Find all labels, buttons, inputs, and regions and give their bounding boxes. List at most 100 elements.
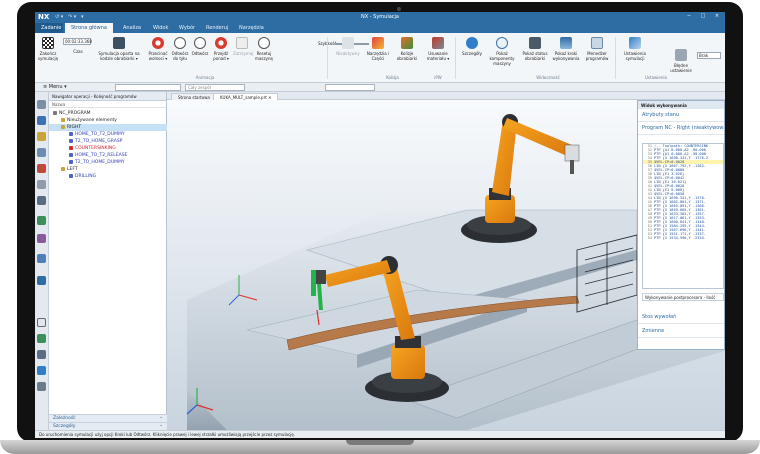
- machine-collisions-button[interactable]: Kolizje obrabiarki: [395, 37, 419, 73]
- redo-icon[interactable]: ↷ ▾: [68, 14, 76, 20]
- reuse-library-icon[interactable]: [37, 180, 46, 189]
- code-simulation-button[interactable]: Symulacja oparta na kodzie obrabiarki ▾: [93, 37, 145, 73]
- clock-icon[interactable]: [37, 318, 46, 327]
- simulation-settings-button[interactable]: Ustawienia symulacji: [621, 37, 649, 73]
- menu-button[interactable]: ≡ Menu ▾: [43, 84, 67, 90]
- roles-icon[interactable]: [37, 334, 46, 343]
- table-icon[interactable]: [37, 382, 46, 391]
- tree-node[interactable]: Nieużywane elementy: [49, 117, 167, 124]
- details-panel-label: Szczegóły: [53, 424, 76, 429]
- dependency-panel-header[interactable]: Zależność ⌄: [49, 414, 167, 422]
- tree-node[interactable]: T2_TO_HOME_GRASP: [49, 138, 167, 145]
- play-back-icon: [174, 37, 186, 49]
- operation-icon: [61, 117, 65, 122]
- stop-icon: [236, 37, 248, 49]
- hd3d-tools-icon[interactable]: [37, 196, 46, 205]
- navigator-tree: NC_PROGRAM Nieużywane elementy RIGHT HOME_T…: [49, 110, 167, 180]
- machine-tool-navigator-icon[interactable]: [37, 164, 46, 173]
- app-logo: NX: [38, 13, 50, 21]
- program-manager-icon: [591, 37, 603, 49]
- tab-tools[interactable]: Narzędzia: [233, 23, 270, 33]
- tab-file[interactable]: Zadanie: [35, 23, 63, 33]
- tree-node[interactable]: LEFT: [49, 166, 167, 173]
- tree-node[interactable]: DRILLING: [49, 173, 167, 180]
- tab-analysis[interactable]: Analiza: [117, 23, 147, 33]
- maximize-button[interactable]: □: [697, 13, 709, 21]
- line-number: 54: [647, 236, 652, 240]
- call-stack-section[interactable]: Stos wywołań: [638, 311, 724, 324]
- play-button[interactable]: Odtwórz: [191, 37, 209, 73]
- step-over-button[interactable]: Przejdź ponad ▾: [211, 37, 231, 73]
- variables-section[interactable]: Zmienne: [638, 325, 724, 338]
- selection-toolbar: ≡ Menu ▾ Cały zespół: [35, 83, 725, 92]
- show-machine-status-button[interactable]: Pokaż status obrabiarki: [521, 37, 549, 73]
- components-icon: [496, 37, 508, 49]
- operation-navigator-icon[interactable]: [37, 148, 46, 157]
- web-browser-icon[interactable]: [37, 216, 46, 225]
- play-label: Odtwórz: [191, 51, 209, 56]
- details-button[interactable]: Szczegóły: [461, 37, 483, 73]
- tab-start-page[interactable]: Strona startowa: [171, 93, 217, 100]
- time-button[interactable]: Czas: [71, 49, 85, 85]
- process-studio-icon[interactable]: [37, 276, 46, 285]
- show-execution-steps-label: Pokaż kroki wykonywania: [552, 51, 580, 61]
- program-manager-button[interactable]: Menedżer programów: [583, 37, 611, 73]
- group-display-label: Widoczność: [536, 75, 560, 80]
- quick-access-menu-icon[interactable]: ▾: [81, 14, 84, 20]
- tree-node[interactable]: HOME_TO_T2_DUMMY: [49, 131, 167, 138]
- system-materials-icon[interactable]: [37, 254, 46, 263]
- info-icon: [466, 37, 478, 49]
- undo-icon[interactable]: ↺ ▾: [55, 14, 63, 20]
- reports-icon[interactable]: [37, 366, 46, 375]
- tree-node-label: RIGHT: [67, 125, 82, 130]
- inactive-button[interactable]: Nieaktywny: [335, 37, 361, 73]
- part-navigator-icon[interactable]: [37, 100, 46, 109]
- close-button[interactable]: ×: [711, 13, 723, 21]
- scope-select[interactable]: Cały zespół: [185, 84, 245, 91]
- assembly-navigator-icon[interactable]: [37, 116, 46, 125]
- show-components-label: Pokaż komponenty maszyny: [489, 51, 515, 66]
- error-settings-icon: [675, 49, 687, 61]
- simulation-time-field[interactable]: 00:02:33.368: [63, 38, 92, 45]
- tree-node[interactable]: COUNTERSINKING: [49, 145, 167, 152]
- tab-selection[interactable]: Wybór: [173, 23, 201, 33]
- measure-icon[interactable]: [37, 350, 46, 359]
- tab-home[interactable]: Strona główna: [65, 23, 113, 33]
- code-line[interactable]: 54 PTP {X 1534.596,Y -2334.: [643, 236, 723, 240]
- constraint-navigator-icon[interactable]: [37, 132, 46, 141]
- freedom-button[interactable]: Przecinać wolnoci ▾: [147, 37, 169, 73]
- play-backward-button[interactable]: Odtwórz do tyłu: [171, 37, 189, 73]
- type-filter-select[interactable]: [115, 84, 181, 91]
- tree-node[interactable]: RIGHT: [49, 124, 167, 131]
- view-select[interactable]: [325, 84, 375, 91]
- stop-label: Zatrzymaj: [233, 51, 254, 56]
- tools-parts-button[interactable]: Narzędzia i Części: [365, 37, 391, 73]
- graphics-window[interactable]: Strona startowa KUKA_MULT_sample.prt ✕ W…: [167, 92, 725, 430]
- navigator-column-header[interactable]: Nazwa: [49, 101, 166, 108]
- show-execution-steps-button[interactable]: Pokaż kroki wykonywania: [551, 37, 581, 73]
- tree-node[interactable]: T2_TO_HOME_DUMMY: [49, 159, 167, 166]
- material-icon: [432, 37, 444, 49]
- show-components-button[interactable]: Pokaż komponenty maszyny: [485, 37, 519, 73]
- tab-view[interactable]: Widok: [147, 23, 174, 33]
- operation-icon: [69, 145, 73, 150]
- nc-code-listing[interactable]: 31 ;-- Toolpath: COUNTERSINK 32 PTP {A1 0.0…: [642, 143, 724, 289]
- tab-render[interactable]: Renderuj: [200, 23, 234, 33]
- tree-node-label: HOME_TO_T2_RELEASE: [75, 153, 128, 158]
- reset-machine-button[interactable]: Resetuj maszynę: [253, 37, 275, 73]
- tree-node[interactable]: HOME_TO_T2_RELEASE: [49, 152, 167, 159]
- nc-program-section[interactable]: Program NC - Right (nieaktywowa: [638, 122, 724, 135]
- minimize-button[interactable]: −: [683, 13, 695, 21]
- stop-button[interactable]: Zatrzymaj: [233, 37, 254, 73]
- chevron-down-icon: ⌄: [159, 423, 163, 428]
- end-simulation-button[interactable]: Zakończ symulację: [37, 37, 59, 73]
- details-panel-header[interactable]: Szczegóły ⌄: [49, 422, 167, 430]
- tree-node-label: T2_TO_HOME_GRASP: [75, 139, 123, 144]
- tree-node[interactable]: NC_PROGRAM: [49, 110, 167, 117]
- settings-select[interactable]: Brak: [697, 52, 721, 59]
- history-icon[interactable]: [37, 234, 46, 243]
- operation-icon: [61, 166, 65, 171]
- tab-kuka-part[interactable]: KUKA_MULT_sample.prt ✕: [213, 93, 279, 100]
- material-removal-button[interactable]: Usuwanie materiału ▾: [425, 37, 451, 73]
- state-attributes-section[interactable]: Atrybuty stanu: [638, 109, 724, 122]
